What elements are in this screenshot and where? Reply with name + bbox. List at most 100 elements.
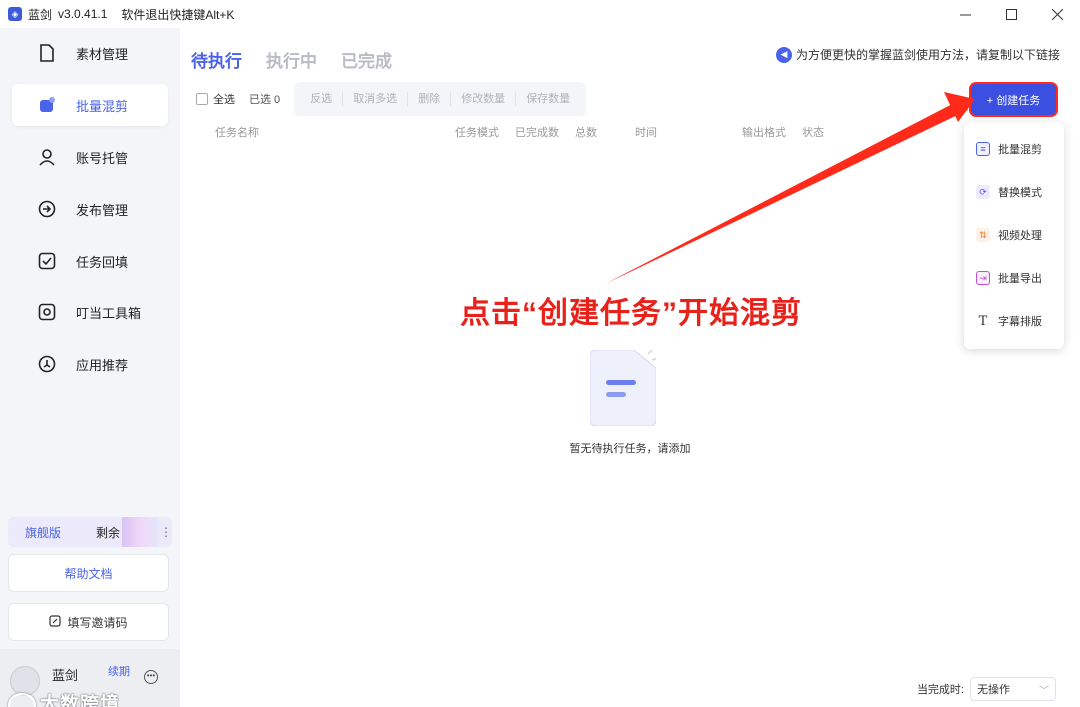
menu-item-replace-mode[interactable]: ⟳ 替换模式 [976, 182, 1042, 202]
sidebar-item-toolbox[interactable]: 叮当工具箱 [12, 291, 168, 333]
close-window-button[interactable] [1034, 0, 1080, 28]
invert-selection-button[interactable]: 反选 [300, 92, 344, 106]
completion-select[interactable]: 无操作 ﹀ [970, 677, 1056, 701]
more-options-icon[interactable]: ••• [144, 670, 158, 684]
menu-item-label: 批量混剪 [998, 144, 1042, 156]
create-task-button[interactable]: + 创建任务 [971, 84, 1056, 115]
column-header: 已完成数 [515, 127, 559, 139]
sidebar-item-accounts[interactable]: 账号托管 [12, 136, 168, 178]
plan-name: 旗舰版 [25, 525, 62, 540]
user-panel: 蓝剑 续期 ••• 大数跨境 [0, 649, 180, 707]
speaker-icon: ◀ [775, 46, 792, 63]
batch-mix-icon [38, 96, 56, 114]
minimize-button[interactable] [942, 0, 988, 28]
completion-label: 当完成时: [916, 684, 964, 696]
watermark-text: 大数跨境 [40, 694, 121, 707]
file-icon [38, 44, 56, 62]
task-tabs: 待执行 执行中 已完成 [191, 47, 416, 72]
menu-item-subtitle-layout[interactable]: T 字幕排版 [976, 311, 1042, 331]
user-name: 蓝剑 [52, 668, 79, 683]
title-bar: ◈ 蓝剑 v3.0.41.1 软件退出快捷键Alt+K [0, 0, 1080, 28]
checkbox-icon [38, 252, 56, 270]
select-all-checkbox[interactable] [196, 93, 208, 105]
subtitle-icon: T [978, 313, 988, 329]
cancel-multiselect-button[interactable]: 取消多选 [343, 92, 409, 106]
maximize-button[interactable] [988, 0, 1034, 28]
toolbox-icon [38, 303, 56, 321]
menu-item-label: 替换模式 [998, 187, 1042, 199]
app-name: 蓝剑 [28, 7, 53, 22]
tutorial-notice[interactable]: ◀ 为方便更快的掌握蓝剑使用方法，请复制以下链接 [775, 46, 1060, 63]
empty-state-icon [589, 345, 659, 427]
video-process-icon: ⇅ [976, 228, 990, 242]
invite-code-button[interactable]: 填写邀请码 [8, 603, 169, 641]
selected-count: 已选 0 [249, 94, 281, 106]
create-task-menu: ≡ 批量混剪 ⟳ 替换模式 ⇅ 视频处理 ⇥ 批量导出 T 字幕排版 [964, 122, 1064, 349]
select-all-label[interactable]: 全选 [213, 91, 235, 107]
chevron-down-icon: ﹀ [1039, 685, 1049, 697]
plan-more-icon: ⋮ [160, 525, 172, 539]
app-version: v3.0.41.1 [58, 7, 108, 21]
watermark-logo-icon [8, 692, 36, 707]
export-icon: ⇥ [976, 271, 990, 285]
plan-remaining: 剩余 [96, 525, 121, 540]
sidebar-item-label: 素材管理 [76, 46, 129, 62]
column-header: 时间 [635, 127, 657, 139]
menu-item-label: 批量导出 [998, 273, 1042, 285]
help-doc-button[interactable]: 帮助文档 [8, 554, 169, 592]
menu-item-batch-export[interactable]: ⇥ 批量导出 [976, 268, 1042, 288]
exit-shortcut-hint: 软件退出快捷键Alt+K [121, 7, 235, 22]
sidebar-item-batch-mix[interactable]: 批量混剪 [12, 84, 168, 126]
sidebar-item-label: 叮当工具箱 [76, 305, 142, 321]
task-toolbar: 全选 已选 0 反选 取消多选 删除 修改数量 保存数量 [196, 82, 587, 116]
tab-running[interactable]: 执行中 [266, 47, 317, 72]
column-header: 状态 [802, 127, 824, 139]
edit-quantity-button[interactable]: 修改数量 [451, 92, 517, 106]
sidebar: 素材管理 批量混剪 账号托管 发布管理 任务回填 叮当工具箱 应用推荐 旗舰版 … [0, 28, 180, 707]
column-header: 输出格式 [742, 127, 786, 139]
sidebar-item-label: 发布管理 [76, 202, 129, 218]
sidebar-item-label: 批量混剪 [76, 98, 129, 114]
close-icon [1051, 8, 1063, 20]
column-header: 总数 [575, 127, 597, 139]
sidebar-item-recommend[interactable]: 应用推荐 [12, 343, 168, 385]
plan-status: 旗舰版 剩余 ⋮ [8, 517, 172, 547]
tab-completed[interactable]: 已完成 [341, 47, 392, 72]
main-content: 待执行 执行中 已完成 ◀ 为方便更快的掌握蓝剑使用方法，请复制以下链接 全选 … [180, 28, 1080, 707]
publish-icon [38, 200, 56, 218]
replace-icon: ⟳ [976, 185, 990, 199]
notice-text: 为方便更快的掌握蓝剑使用方法，请复制以下链接 [795, 48, 1060, 62]
redacted-value [122, 517, 158, 547]
watermark: 大数跨境 [8, 689, 120, 707]
completion-value: 无操作 [977, 684, 1010, 696]
edit-icon [49, 614, 62, 630]
maximize-icon [1005, 8, 1017, 20]
menu-item-label: 视频处理 [998, 230, 1042, 242]
recommend-icon [38, 355, 56, 373]
menu-item-video-process[interactable]: ⇅ 视频处理 [976, 225, 1042, 245]
sidebar-item-publish[interactable]: 发布管理 [12, 188, 168, 230]
sidebar-item-materials[interactable]: 素材管理 [12, 32, 168, 74]
app-logo-icon: ◈ [8, 7, 22, 21]
tab-pending[interactable]: 待执行 [191, 47, 242, 72]
column-header: 任务名称 [215, 127, 259, 139]
renew-link[interactable]: 续期 [108, 663, 130, 679]
column-header: 任务模式 [455, 127, 499, 139]
minimize-icon [959, 14, 971, 15]
menu-item-label: 字幕排版 [998, 316, 1042, 328]
delete-button[interactable]: 删除 [408, 92, 452, 106]
invite-code-label: 填写邀请码 [67, 615, 128, 630]
sidebar-item-task-backfill[interactable]: 任务回填 [12, 240, 168, 282]
save-quantity-button[interactable]: 保存数量 [516, 92, 580, 106]
empty-state-text: 暂无待执行任务，请添加 [569, 443, 691, 455]
completion-action: 当完成时: 无操作 ﹀ [917, 677, 1056, 701]
batch-mix-icon: ≡ [976, 142, 990, 156]
sidebar-item-label: 应用推荐 [76, 357, 129, 373]
menu-item-batch-mix[interactable]: ≡ 批量混剪 [976, 139, 1042, 159]
sidebar-item-label: 任务回填 [76, 254, 129, 270]
user-icon [38, 148, 56, 166]
sidebar-item-label: 账号托管 [76, 150, 129, 166]
bulk-actions: 反选 取消多选 删除 修改数量 保存数量 [294, 82, 587, 116]
annotation-text: 点击“创建任务”开始混剪 [460, 297, 802, 330]
help-doc-label: 帮助文档 [64, 566, 113, 581]
